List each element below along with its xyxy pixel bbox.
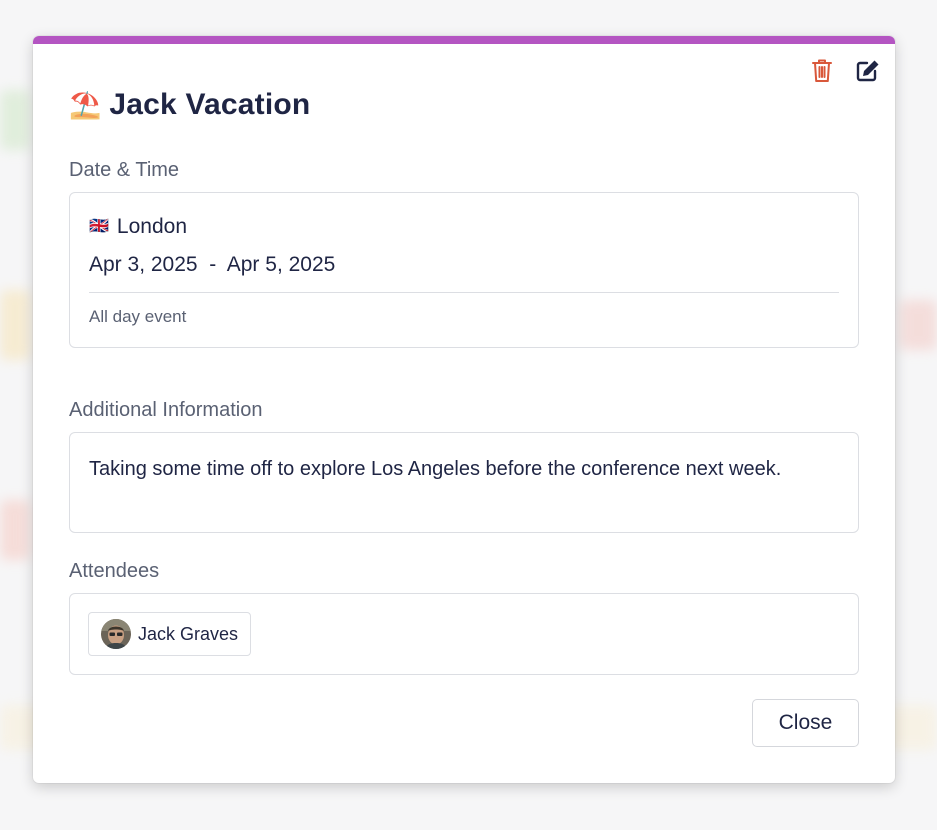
background-blur-left-2 (0, 290, 30, 360)
attendees-label: Attendees (69, 560, 160, 582)
edit-icon (856, 60, 879, 82)
beach-umbrella-icon: ⛱️ (69, 90, 102, 120)
card-divider (89, 292, 839, 293)
location-name: London (116, 215, 187, 238)
event-title-row: ⛱️ Jack Vacation (69, 88, 310, 122)
avatar (101, 619, 131, 649)
location-row: 🇬🇧 London (89, 215, 187, 239)
date-range: Apr 3, 2025 - Apr 5, 2025 (89, 253, 336, 276)
attendees-card: Jack Graves (69, 593, 859, 675)
event-title: Jack Vacation (109, 88, 311, 121)
close-button[interactable]: Close (752, 699, 859, 747)
modal-actions (809, 58, 881, 84)
attendee-chip[interactable]: Jack Graves (88, 612, 252, 656)
additional-info-card: Taking some time off to explore Los Ange… (69, 432, 859, 533)
trash-icon (812, 59, 832, 82)
background-blur-right-1 (900, 300, 937, 350)
background-blur-left-3 (0, 500, 30, 560)
date-time-card: 🇬🇧 London Apr 3, 2025 - Apr 5, 2025 All … (69, 192, 859, 348)
attendee-name: Jack Graves (138, 623, 239, 644)
additional-info-text: Taking some time off to explore Los Ange… (89, 458, 782, 480)
event-detail-modal: ⛱️ Jack Vacation Date & Time 🇬🇧 London A… (33, 36, 895, 783)
edit-button[interactable] (855, 58, 881, 84)
uk-flag-icon: 🇬🇧 (89, 218, 109, 235)
background-blur-left-1 (0, 90, 30, 150)
event-accent-bar (33, 36, 895, 44)
delete-button[interactable] (809, 58, 835, 84)
date-time-label: Date & Time (69, 159, 180, 181)
additional-info-label: Additional Information (69, 399, 263, 421)
all-day-label: All day event (89, 307, 187, 326)
